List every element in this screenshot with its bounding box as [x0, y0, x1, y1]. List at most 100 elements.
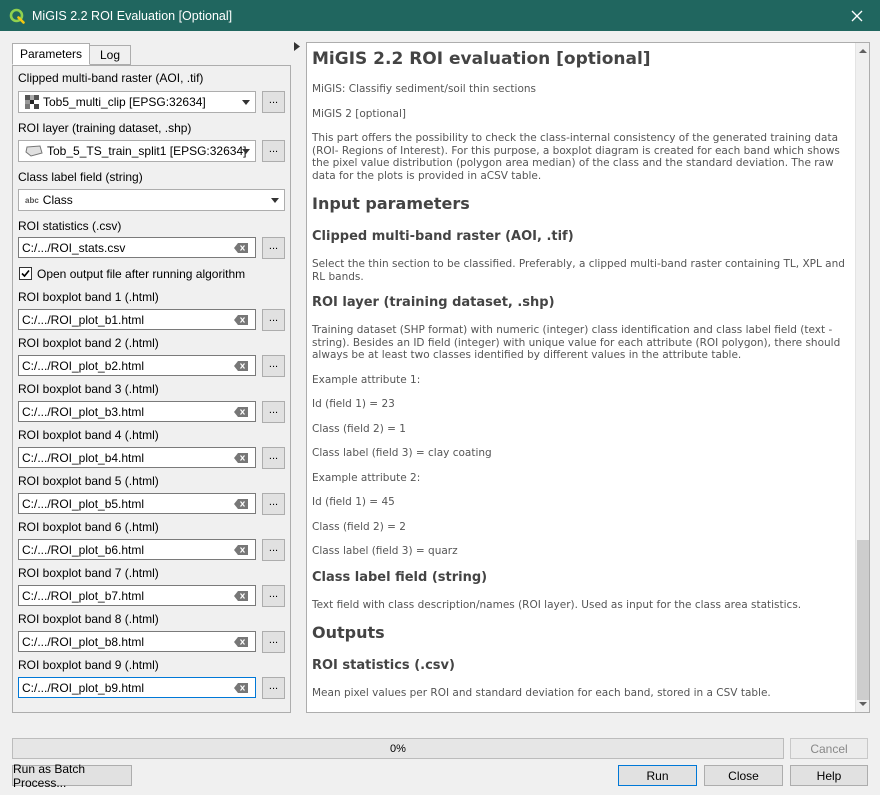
clear-icon[interactable]: [234, 545, 248, 555]
help-subheading: ROI statistics (.csv): [312, 658, 455, 673]
progress-bar: 0%: [12, 738, 784, 759]
help-content: MiGIS 2.2 ROI evaluation [optional] MiGI…: [312, 43, 852, 712]
help-subheading: Class label field (string): [312, 569, 488, 585]
tab-log-label: Log: [99, 48, 121, 62]
band-output-field[interactable]: [18, 447, 256, 468]
band-browse-button[interactable]: ...: [262, 401, 285, 423]
polygon-layer-icon: [25, 145, 43, 157]
band-output-field[interactable]: [18, 539, 256, 560]
band-label: ROI boxplot band 2 (.html): [18, 336, 159, 350]
tab-log[interactable]: Log: [89, 45, 131, 65]
help-text: Example attribute 2:: [312, 471, 421, 484]
clear-icon[interactable]: [234, 591, 248, 601]
clear-icon[interactable]: [234, 407, 248, 417]
band-output-field[interactable]: [18, 585, 256, 606]
help-panel: MiGIS 2.2 ROI evaluation [optional] MiGI…: [306, 42, 870, 713]
help-text: Class label (field 3) = quarz: [312, 545, 458, 557]
help-text: Example attribute 1:: [312, 373, 421, 386]
roi-stats-browse-button[interactable]: ...: [262, 237, 285, 259]
raster-browse-button[interactable]: ...: [262, 91, 285, 113]
clear-icon[interactable]: [234, 683, 248, 693]
roi-stats-label: ROI statistics (.csv): [18, 219, 122, 233]
band-output-input[interactable]: [22, 312, 222, 327]
roi-stats-field[interactable]: [18, 237, 256, 258]
band-output-field[interactable]: [18, 493, 256, 514]
help-subheading: Clipped multi-band raster (AOI, .tif): [312, 229, 574, 244]
roi-stats-input[interactable]: [22, 240, 222, 255]
clear-icon[interactable]: [234, 243, 248, 253]
class-field-value: Class: [42, 193, 73, 207]
chevron-down-icon: [242, 149, 250, 154]
band-label: ROI boxplot band 1 (.html): [18, 290, 159, 304]
help-button[interactable]: Help: [790, 765, 868, 786]
scroll-up-icon[interactable]: [857, 46, 869, 56]
run-button[interactable]: Run: [618, 765, 697, 786]
band-browse-button[interactable]: ...: [262, 631, 285, 653]
clear-icon[interactable]: [234, 361, 248, 371]
band-label: ROI boxplot band 3 (.html): [18, 382, 159, 396]
band-output-input[interactable]: [22, 680, 222, 695]
progress-text: 0%: [390, 742, 406, 755]
band-browse-button[interactable]: ...: [262, 309, 285, 331]
band-browse-button[interactable]: ...: [262, 493, 285, 515]
band-browse-button[interactable]: ...: [262, 355, 285, 377]
class-field-combo[interactable]: abc Class: [18, 189, 285, 211]
band-label: ROI boxplot band 6 (.html): [18, 520, 159, 534]
help-text: Class label (field 3) = clay coating: [312, 447, 492, 459]
band-output-input[interactable]: [22, 358, 222, 373]
band-output-input[interactable]: [22, 450, 222, 465]
scrollbar-thumb[interactable]: [857, 540, 869, 700]
open-output-label: Open output file after running algorithm: [37, 267, 246, 281]
band-browse-button[interactable]: ...: [262, 585, 285, 607]
band-browse-button[interactable]: ...: [262, 677, 285, 699]
band-output-field[interactable]: [18, 355, 256, 376]
band-output-input[interactable]: [22, 634, 222, 649]
chevron-down-icon: [271, 198, 279, 203]
band-output-field[interactable]: [18, 631, 256, 652]
help-text: Class (field 2) = 1: [312, 422, 406, 435]
roi-layer-value: Tob_5_TS_train_split1 [EPSG:32634]: [47, 144, 247, 158]
clear-icon[interactable]: [234, 315, 248, 325]
band-output-field[interactable]: [18, 309, 256, 330]
tab-parameters[interactable]: Parameters: [12, 43, 90, 65]
tab-parameters-label: Parameters: [19, 47, 83, 61]
band-browse-button[interactable]: ...: [262, 539, 285, 561]
help-heading: Input parameters: [312, 194, 470, 213]
band-output-input[interactable]: [22, 588, 222, 603]
clear-icon[interactable]: [234, 499, 248, 509]
title-bar: MiGIS 2.2 ROI Evaluation [Optional]: [0, 0, 880, 31]
band-output-input[interactable]: [22, 542, 222, 557]
scroll-down-icon[interactable]: [857, 699, 869, 709]
close-button[interactable]: Close: [704, 765, 783, 786]
help-title: MiGIS 2.2 ROI evaluation [optional]: [312, 49, 651, 69]
raster-combo[interactable]: Tob5_multi_clip [EPSG:32634]: [18, 91, 256, 113]
help-scrollbar[interactable]: [855, 43, 869, 712]
close-window-button[interactable]: [834, 0, 880, 31]
clear-icon[interactable]: [234, 637, 248, 647]
band-label: ROI boxplot band 4 (.html): [18, 428, 159, 442]
help-text: Class (field 2) = 2: [312, 520, 406, 533]
band-output-input[interactable]: [22, 404, 222, 419]
collapse-arrow-icon[interactable]: [294, 42, 300, 51]
help-text: Id (field 1) = 45: [312, 496, 395, 508]
help-text: MiGIS: Classifiy sediment/soil thin sect…: [312, 83, 537, 95]
run-batch-button[interactable]: Run as Batch Process...: [12, 762, 132, 790]
clear-icon[interactable]: [234, 453, 248, 463]
band-output-input[interactable]: [22, 496, 222, 511]
qgis-logo-icon: [9, 8, 25, 24]
help-heading: Outputs: [312, 623, 385, 642]
band-browse-button[interactable]: ...: [262, 447, 285, 469]
band-label: ROI boxplot band 8 (.html): [18, 612, 159, 626]
roi-layer-combo[interactable]: Tob_5_TS_train_split1 [EPSG:32634]: [18, 140, 256, 162]
help-subheading: ROI layer (training dataset, .shp): [312, 295, 555, 310]
band-output-field[interactable]: [18, 401, 256, 422]
band-output-field[interactable]: [18, 677, 256, 698]
help-text: Id (field 1) = 23: [312, 398, 395, 410]
help-text: Select the thin section to be classified…: [312, 258, 845, 283]
help-text: Mean pixel values per ROI and standard d…: [312, 687, 771, 699]
cancel-button[interactable]: Cancel: [790, 738, 868, 759]
open-output-checkbox[interactable]: [19, 267, 32, 280]
help-text: Text field with class description/names …: [312, 598, 802, 611]
roi-layer-browse-button[interactable]: ...: [262, 140, 285, 162]
raster-label: Clipped multi-band raster (AOI, .tif): [18, 71, 204, 85]
